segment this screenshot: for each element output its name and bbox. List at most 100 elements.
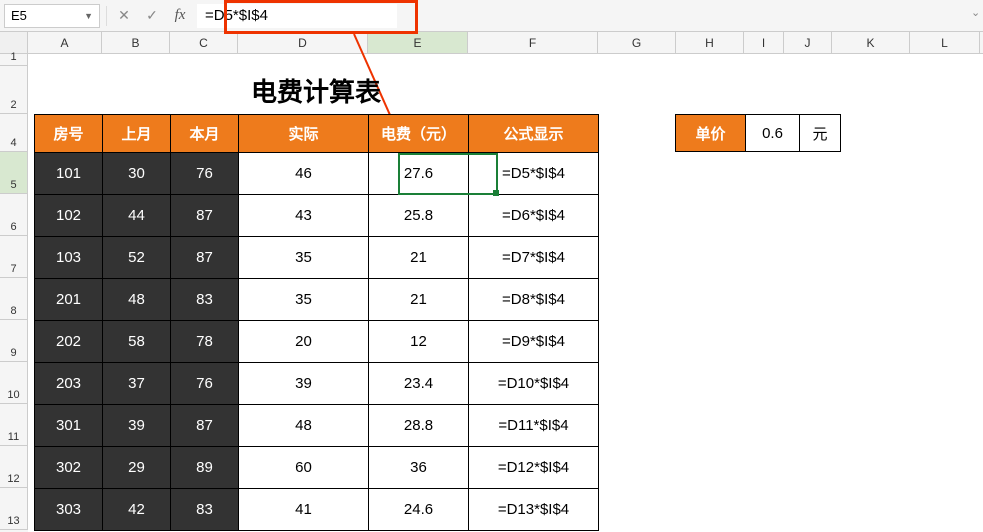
cell-fee[interactable]: 12 xyxy=(369,321,469,363)
cell-actual[interactable]: 46 xyxy=(239,153,369,195)
cell-actual[interactable]: 60 xyxy=(239,447,369,489)
cell-prev[interactable]: 29 xyxy=(103,447,171,489)
column-header-I[interactable]: I xyxy=(744,32,784,53)
cell-room[interactable]: 302 xyxy=(35,447,103,489)
cell-room[interactable]: 303 xyxy=(35,489,103,531)
chevron-down-icon[interactable]: ▼ xyxy=(84,11,93,21)
header-formula[interactable]: 公式显示 xyxy=(469,115,599,153)
cell-actual[interactable]: 39 xyxy=(239,363,369,405)
cell-formula[interactable]: =D10*$I$4 xyxy=(469,363,599,405)
accept-formula-button[interactable]: ✓ xyxy=(141,5,163,27)
cell-formula[interactable]: =D8*$I$4 xyxy=(469,279,599,321)
row-header-4[interactable]: 4 xyxy=(0,114,28,152)
cancel-formula-button[interactable]: ✕ xyxy=(113,5,135,27)
cell-cur[interactable]: 87 xyxy=(171,405,239,447)
cell-room[interactable]: 203 xyxy=(35,363,103,405)
cell-fee[interactable]: 36 xyxy=(369,447,469,489)
cell-prev[interactable]: 44 xyxy=(103,195,171,237)
column-header-K[interactable]: K xyxy=(832,32,910,53)
cell-cur[interactable]: 76 xyxy=(171,363,239,405)
column-header-E[interactable]: E xyxy=(368,32,468,53)
cell-fee[interactable]: 24.6 xyxy=(369,489,469,531)
unit-price-value[interactable]: 0.6 xyxy=(746,115,800,151)
cell-prev[interactable]: 30 xyxy=(103,153,171,195)
cell-formula[interactable]: =D7*$I$4 xyxy=(469,237,599,279)
cell-fee[interactable]: 23.4 xyxy=(369,363,469,405)
cell-fee[interactable]: 28.8 xyxy=(369,405,469,447)
cell-prev[interactable]: 39 xyxy=(103,405,171,447)
cell-prev[interactable]: 52 xyxy=(103,237,171,279)
column-header-L[interactable]: L xyxy=(910,32,980,53)
cell-cur[interactable]: 83 xyxy=(171,489,239,531)
cell-room[interactable]: 301 xyxy=(35,405,103,447)
column-header-C[interactable]: C xyxy=(170,32,238,53)
header-prev[interactable]: 上月 xyxy=(103,115,171,153)
select-all-corner[interactable] xyxy=(0,32,28,53)
header-fee[interactable]: 电费（元） xyxy=(369,115,469,153)
row-header-1[interactable]: 1 xyxy=(0,54,28,66)
cell-cur[interactable]: 78 xyxy=(171,321,239,363)
header-actual[interactable]: 实际 xyxy=(239,115,369,153)
cell-room[interactable]: 201 xyxy=(35,279,103,321)
cell-cur[interactable]: 83 xyxy=(171,279,239,321)
column-header-G[interactable]: G xyxy=(598,32,676,53)
cell-room[interactable]: 102 xyxy=(35,195,103,237)
unit-price-unit[interactable]: 元 xyxy=(800,115,840,151)
cell-actual[interactable]: 35 xyxy=(239,279,369,321)
formula-input[interactable]: =D5*$I$4 xyxy=(197,4,397,28)
table-row: 30229896036=D12*$I$4 xyxy=(35,447,599,489)
cell-actual[interactable]: 43 xyxy=(239,195,369,237)
row-header-10[interactable]: 10 xyxy=(0,362,28,404)
table-row: 30139874828.8=D11*$I$4 xyxy=(35,405,599,447)
cell-cur[interactable]: 87 xyxy=(171,237,239,279)
cell-fee[interactable]: 21 xyxy=(369,279,469,321)
cell-formula[interactable]: =D11*$I$4 xyxy=(469,405,599,447)
cell-actual[interactable]: 35 xyxy=(239,237,369,279)
cell-formula[interactable]: =D6*$I$4 xyxy=(469,195,599,237)
cell-room[interactable]: 101 xyxy=(35,153,103,195)
separator xyxy=(106,6,107,26)
cell-formula[interactable]: =D13*$I$4 xyxy=(469,489,599,531)
cell-room[interactable]: 103 xyxy=(35,237,103,279)
row-header-12[interactable]: 12 xyxy=(0,446,28,488)
cell-fee[interactable]: 25.8 xyxy=(369,195,469,237)
expand-formula-bar-icon[interactable]: ⌄ xyxy=(971,6,983,26)
cell-fee[interactable]: 21 xyxy=(369,237,469,279)
cell-fee[interactable]: 27.6 xyxy=(369,153,469,195)
fx-button[interactable]: fx xyxy=(169,5,191,27)
cell-cur[interactable]: 76 xyxy=(171,153,239,195)
row-header-8[interactable]: 8 xyxy=(0,278,28,320)
cell-actual[interactable]: 41 xyxy=(239,489,369,531)
row-header-13[interactable]: 13 xyxy=(0,488,28,530)
row-header-2[interactable]: 2 xyxy=(0,66,28,114)
row-header-7[interactable]: 7 xyxy=(0,236,28,278)
cell-formula[interactable]: =D5*$I$4 xyxy=(469,153,599,195)
cell-prev[interactable]: 37 xyxy=(103,363,171,405)
cell-prev[interactable]: 58 xyxy=(103,321,171,363)
name-box[interactable]: E5 ▼ xyxy=(4,4,100,28)
cell-actual[interactable]: 20 xyxy=(239,321,369,363)
cell-room[interactable]: 202 xyxy=(35,321,103,363)
cell-cur[interactable]: 89 xyxy=(171,447,239,489)
header-room[interactable]: 房号 xyxy=(35,115,103,153)
cell-prev[interactable]: 48 xyxy=(103,279,171,321)
column-header-A[interactable]: A xyxy=(28,32,102,53)
cell-cur[interactable]: 87 xyxy=(171,195,239,237)
cell-prev[interactable]: 42 xyxy=(103,489,171,531)
column-header-B[interactable]: B xyxy=(102,32,170,53)
column-header-J[interactable]: J xyxy=(784,32,832,53)
header-cur[interactable]: 本月 xyxy=(171,115,239,153)
row-header-5[interactable]: 5 xyxy=(0,152,28,194)
column-header-H[interactable]: H xyxy=(676,32,744,53)
cell-formula[interactable]: =D9*$I$4 xyxy=(469,321,599,363)
column-header-F[interactable]: F xyxy=(468,32,598,53)
row-header-9[interactable]: 9 xyxy=(0,320,28,362)
column-header-D[interactable]: D xyxy=(238,32,368,53)
row-header-11[interactable]: 11 xyxy=(0,404,28,446)
unit-price-label[interactable]: 单价 xyxy=(676,115,746,151)
cell-formula[interactable]: =D12*$I$4 xyxy=(469,447,599,489)
formula-text: =D5*$I$4 xyxy=(205,7,268,24)
cell-actual[interactable]: 48 xyxy=(239,405,369,447)
cells[interactable]: 电费计算表 房号 上月 本月 实际 电费（元） 公式显示 10130764627… xyxy=(28,54,983,532)
row-header-6[interactable]: 6 xyxy=(0,194,28,236)
